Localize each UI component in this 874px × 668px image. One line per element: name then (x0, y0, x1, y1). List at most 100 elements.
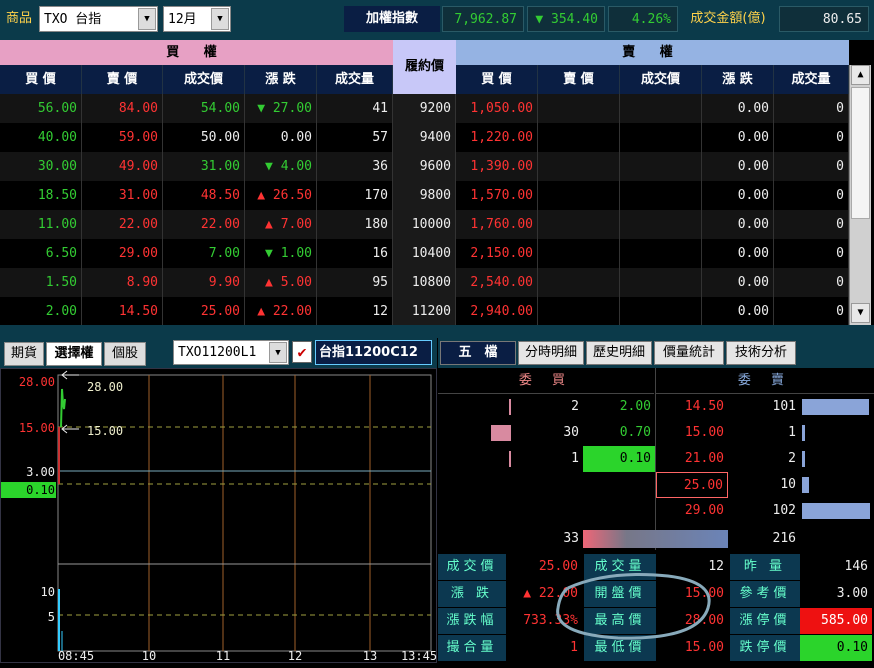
intraday-chart[interactable]: 28.00 15.00 3.00 0.10 10 5 28.00 15.00 08:45 10 11… (0, 368, 437, 663)
ask-qty[interactable]: 101 (728, 394, 800, 420)
call-change[interactable]: ▼ 4.00 (245, 152, 317, 181)
strike-price[interactable]: 11200 (393, 297, 456, 326)
bid-qty[interactable]: 2 (513, 394, 583, 420)
put-col-header-2[interactable]: 成交價 (620, 65, 702, 94)
put-change[interactable]: 0.00 (702, 268, 774, 297)
put-last[interactable] (620, 152, 702, 181)
call-volume[interactable]: 95 (317, 268, 393, 297)
put-ask[interactable] (538, 239, 620, 268)
put-volume[interactable]: 0 (774, 239, 849, 268)
call-change[interactable]: ▼ 27.00 (245, 94, 317, 123)
tab-futures[interactable]: 期貨 (4, 342, 44, 366)
call-ask[interactable]: 31.00 (82, 181, 163, 210)
call-change[interactable]: ▼ 1.00 (245, 239, 317, 268)
tab-five-levels[interactable]: 五 檔 (440, 341, 516, 365)
call-col-header-4[interactable]: 成交量 (317, 65, 393, 94)
strike-price[interactable]: 10400 (393, 239, 456, 268)
put-ask[interactable] (538, 210, 620, 239)
put-ask[interactable] (538, 268, 620, 297)
bid-qty[interactable]: 1 (513, 446, 583, 472)
put-change[interactable]: 0.00 (702, 239, 774, 268)
symbol-select[interactable]: TXO11200L1 ▼ (173, 340, 289, 365)
call-col-header-0[interactable]: 買 價 (0, 65, 82, 94)
table-row[interactable]: 40.00 59.00 50.00 0.00 57 9400 1,220.00 0.00 0 (0, 123, 849, 152)
put-bid[interactable]: 1,390.00 (456, 152, 538, 181)
call-change[interactable]: ▲ 7.00 (245, 210, 317, 239)
call-col-header-3[interactable]: 漲 跌 (245, 65, 317, 94)
put-change[interactable]: 0.00 (702, 210, 774, 239)
scroll-thumb[interactable] (851, 87, 870, 219)
ask-qty[interactable]: 2 (728, 446, 800, 472)
table-row[interactable]: 6.50 29.00 7.00 ▼ 1.00 16 10400 2,150.00 0.00 0 (0, 239, 849, 268)
ask-qty[interactable]: 10 (728, 472, 800, 498)
bid-price[interactable]: 0.10 (583, 446, 655, 472)
bid-price[interactable]: 2.00 (583, 394, 655, 420)
call-last[interactable]: 22.00 (163, 210, 245, 239)
call-bid[interactable]: 56.00 (0, 94, 82, 123)
put-volume[interactable]: 0 (774, 94, 849, 123)
tab-volume-stats[interactable]: 價量統計 (654, 341, 724, 365)
call-bid[interactable]: 11.00 (0, 210, 82, 239)
ask-qty[interactable]: 1 (728, 420, 800, 446)
put-col-header-1[interactable]: 賣 價 (538, 65, 620, 94)
strike-price[interactable]: 9800 (393, 181, 456, 210)
put-volume[interactable]: 0 (774, 268, 849, 297)
call-bid[interactable]: 18.50 (0, 181, 82, 210)
put-bid[interactable]: 1,570.00 (456, 181, 538, 210)
chevron-down-icon[interactable]: ▼ (269, 342, 287, 363)
chevron-down-icon[interactable]: ▼ (138, 8, 156, 30)
put-bid[interactable]: 1,220.00 (456, 123, 538, 152)
put-volume[interactable]: 0 (774, 181, 849, 210)
bid-qty[interactable]: 30 (513, 420, 583, 446)
call-ask[interactable]: 84.00 (82, 94, 163, 123)
call-bid[interactable]: 6.50 (0, 239, 82, 268)
put-change[interactable]: 0.00 (702, 152, 774, 181)
ask-price[interactable]: 15.00 (656, 420, 728, 446)
put-volume[interactable]: 0 (774, 152, 849, 181)
scroll-down-icon[interactable]: ▼ (851, 303, 870, 323)
tab-options[interactable]: 選擇權 (46, 342, 102, 366)
call-ask[interactable]: 49.00 (82, 152, 163, 181)
vertical-scrollbar[interactable]: ▲ ▼ (849, 65, 871, 325)
put-ask[interactable] (538, 123, 620, 152)
put-volume[interactable]: 0 (774, 297, 849, 326)
put-change[interactable]: 0.00 (702, 123, 774, 152)
put-bid[interactable]: 2,940.00 (456, 297, 538, 326)
call-bid[interactable]: 40.00 (0, 123, 82, 152)
call-volume[interactable]: 16 (317, 239, 393, 268)
tab-stocks[interactable]: 個股 (104, 342, 146, 366)
call-ask[interactable]: 59.00 (82, 123, 163, 152)
table-row[interactable]: 30.00 49.00 31.00 ▼ 4.00 36 9600 1,390.00 0.00 0 (0, 152, 849, 181)
put-last[interactable] (620, 268, 702, 297)
put-col-header-4[interactable]: 成交量 (774, 65, 849, 94)
table-row[interactable]: 56.00 84.00 54.00 ▼ 27.00 41 9200 1,050.00 0.00… (0, 94, 849, 123)
put-last[interactable] (620, 123, 702, 152)
tab-history-detail[interactable]: 歷史明細 (586, 341, 652, 365)
call-last[interactable]: 9.90 (163, 268, 245, 297)
call-col-header-2[interactable]: 成交價 (163, 65, 245, 94)
put-bid[interactable]: 2,540.00 (456, 268, 538, 297)
checkmark-icon[interactable]: ✔ (292, 341, 312, 363)
call-change[interactable]: 0.00 (245, 123, 317, 152)
call-change[interactable]: ▲ 22.00 (245, 297, 317, 326)
call-last[interactable]: 7.00 (163, 239, 245, 268)
call-col-header-1[interactable]: 賣 價 (82, 65, 163, 94)
tab-tick-detail[interactable]: 分時明細 (518, 341, 584, 365)
call-last[interactable]: 25.00 (163, 297, 245, 326)
call-ask[interactable]: 14.50 (82, 297, 163, 326)
call-ask[interactable]: 22.00 (82, 210, 163, 239)
call-ask[interactable]: 8.90 (82, 268, 163, 297)
strike-price[interactable]: 9400 (393, 123, 456, 152)
call-bid[interactable]: 2.00 (0, 297, 82, 326)
strike-price[interactable]: 10800 (393, 268, 456, 297)
call-volume[interactable]: 41 (317, 94, 393, 123)
put-change[interactable]: 0.00 (702, 297, 774, 326)
call-volume[interactable]: 180 (317, 210, 393, 239)
put-last[interactable] (620, 297, 702, 326)
tab-technical-analysis[interactable]: 技術分析 (726, 341, 796, 365)
put-ask[interactable] (538, 297, 620, 326)
table-row[interactable]: 2.00 14.50 25.00 ▲ 22.00 12 11200 2,940.00 0.00… (0, 297, 849, 326)
chevron-down-icon[interactable]: ▼ (211, 8, 229, 30)
put-last[interactable] (620, 181, 702, 210)
call-last[interactable]: 50.00 (163, 123, 245, 152)
